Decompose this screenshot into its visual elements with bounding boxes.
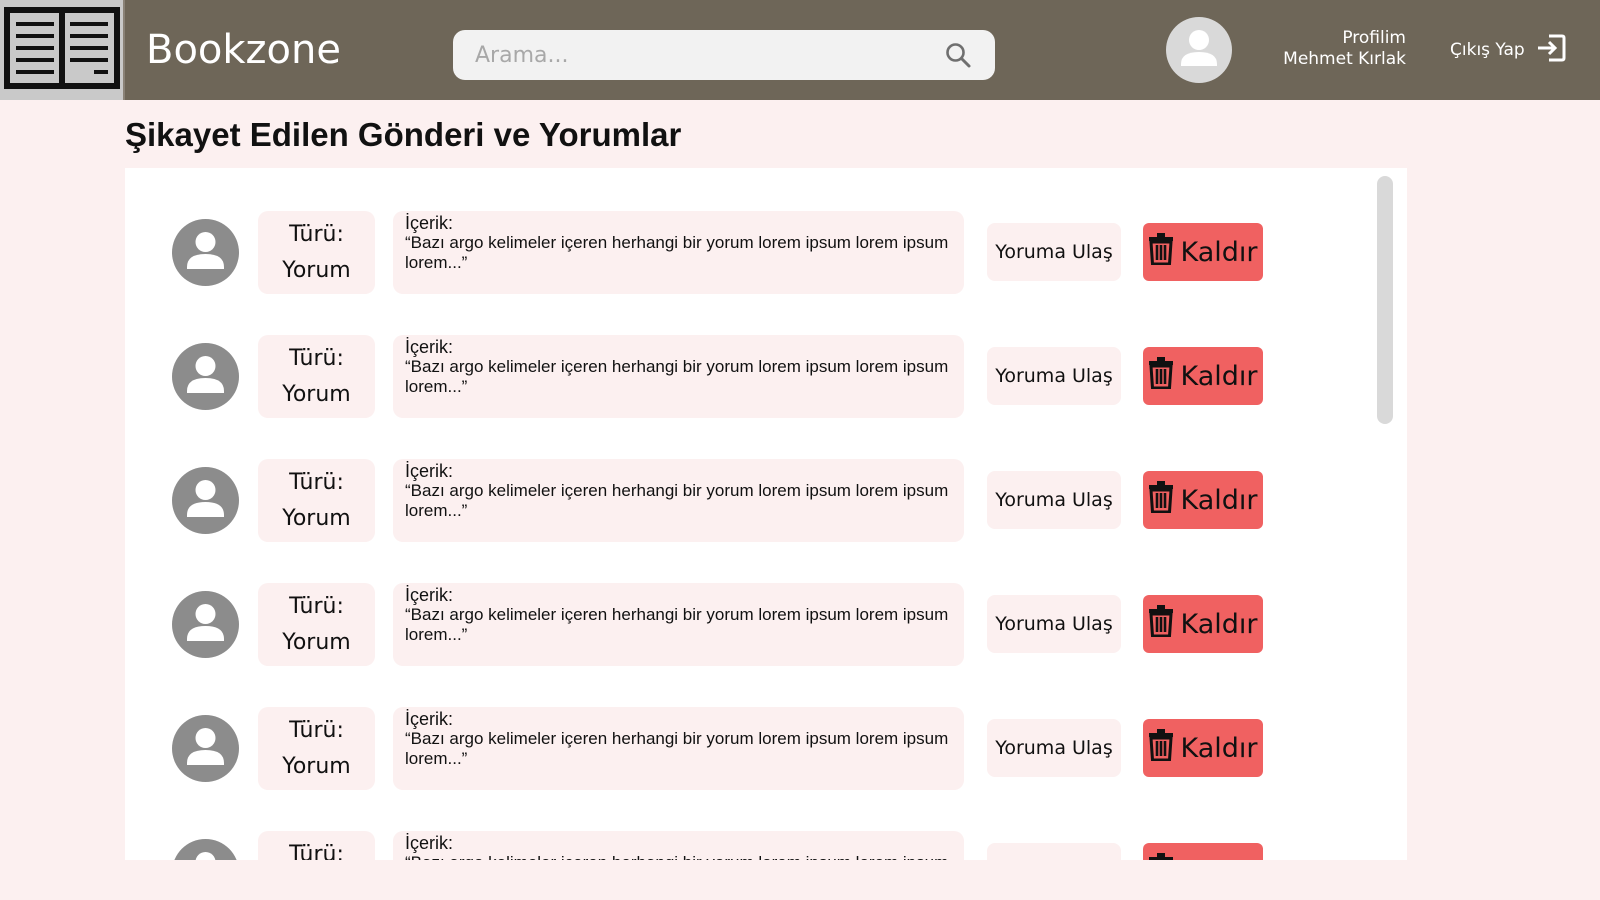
reporter-avatar: [172, 715, 239, 782]
trash-icon: [1148, 604, 1174, 644]
remove-label: Kaldır: [1180, 484, 1258, 516]
content-box: İçerik: “Bazı argo kelimeler içeren herh…: [393, 831, 964, 860]
type-label: Türü:: [289, 594, 344, 619]
trash-icon: [1148, 852, 1174, 860]
remove-button[interactable]: Kaldır: [1143, 719, 1263, 777]
trash-icon: [1148, 480, 1174, 520]
content-text: “Bazı argo kelimeler içeren herhangi bir…: [405, 233, 949, 272]
reporter-avatar: [172, 591, 239, 658]
type-box: Türü: Yorum: [258, 335, 375, 418]
type-box: Türü: Yorum: [258, 459, 375, 542]
reporter-avatar: [172, 839, 239, 860]
logout-icon: [1535, 32, 1567, 69]
content-text: “Bazı argo kelimeler içeren herhangi bir…: [405, 729, 949, 768]
content-label: İçerik:: [405, 833, 454, 853]
type-box: Türü: Yorum: [258, 707, 375, 790]
content-text: “Bazı argo kelimeler içeren herhangi bir…: [405, 357, 949, 396]
content-label: İçerik:: [405, 461, 454, 481]
user-icon: [172, 591, 239, 658]
user-icon: [172, 467, 239, 534]
trash-icon: [1148, 356, 1174, 396]
user-icon: [172, 715, 239, 782]
type-box: Türü: Yorum: [258, 583, 375, 666]
user-icon: [172, 219, 239, 286]
remove-label: Kaldır: [1180, 857, 1257, 861]
report-row: Türü: Yorum İçerik: “Bazı argo kelimeler…: [125, 211, 1365, 295]
reporter-avatar: [172, 343, 239, 410]
type-value: Yorum: [282, 754, 351, 779]
content-label: İçerik:: [405, 585, 454, 605]
type-label: Türü:: [289, 718, 344, 743]
content-label: İçerik:: [405, 709, 454, 729]
remove-label: Kaldır: [1180, 732, 1258, 764]
go-to-comment-button[interactable]: Yoruma Ulaş: [987, 223, 1121, 281]
content-box: İçerik: “Bazı argo kelimeler içeren herh…: [393, 211, 964, 294]
trash-icon: [1148, 232, 1174, 272]
profile-link[interactable]: Profilim Mehmet Kırlak: [1270, 28, 1406, 70]
type-label: Türü:: [289, 346, 344, 371]
content-box: İçerik: “Bazı argo kelimeler içeren herh…: [393, 707, 964, 790]
go-to-comment-button[interactable]: Yoruma Ulaş: [987, 347, 1121, 405]
user-icon: [172, 839, 239, 860]
open-book-icon: [3, 6, 120, 95]
type-label: Türü:: [289, 470, 344, 495]
reporter-avatar: [172, 467, 239, 534]
remove-label: Kaldır: [1180, 608, 1258, 640]
reporter-avatar: [172, 219, 239, 286]
type-value: Yorum: [282, 382, 351, 407]
content-box: İçerik: “Bazı argo kelimeler içeren herh…: [393, 335, 964, 418]
go-to-comment-button[interactable]: Yoruma Ulaş: [987, 843, 1121, 860]
report-row: Türü: Yorum İçerik: “Bazı argo kelimeler…: [125, 707, 1365, 791]
search-bar: [453, 30, 995, 80]
remove-button[interactable]: Kaldır: [1143, 471, 1263, 529]
user-name: Mehmet Kırlak: [1283, 49, 1406, 69]
content-label: İçerik:: [405, 337, 454, 357]
search-input[interactable]: [475, 42, 943, 68]
go-to-comment-button[interactable]: Yoruma Ulaş: [987, 471, 1121, 529]
content-box: İçerik: “Bazı argo kelimeler içeren herh…: [393, 459, 964, 542]
remove-button[interactable]: Kaldır: [1143, 595, 1263, 653]
logout-button[interactable]: Çıkış Yap: [1450, 30, 1567, 70]
brand-name[interactable]: Bookzone: [146, 24, 341, 76]
profile-avatar[interactable]: [1166, 17, 1232, 83]
reports-list[interactable]: Türü: Yorum İçerik: “Bazı argo kelimeler…: [125, 168, 1407, 860]
report-row: Türü: Yorum İçerik: “Bazı argo kelimeler…: [125, 831, 1365, 860]
profile-label: Profilim: [1342, 28, 1406, 48]
content-text: “Bazı argo kelimeler içeren herhangi bir…: [405, 853, 948, 860]
content-text: “Bazı argo kelimeler içeren herhangi bir…: [405, 481, 949, 520]
type-box: Türü: Yorum: [258, 831, 375, 860]
type-box: Türü: Yorum: [258, 211, 375, 294]
go-to-comment-button[interactable]: Yoruma Ulaş: [987, 719, 1121, 777]
user-icon: [172, 343, 239, 410]
type-label: Türü:: [289, 222, 344, 247]
content-label: İçerik:: [405, 213, 454, 233]
content-text: “Bazı argo kelimeler içeren herhangi bir…: [405, 605, 949, 644]
go-to-comment-button[interactable]: Yoruma Ulaş: [987, 595, 1121, 653]
logo[interactable]: [0, 0, 125, 100]
remove-button[interactable]: Kaldır: [1143, 347, 1263, 405]
remove-label: Kaldır: [1180, 360, 1258, 392]
page-title: Şikayet Edilen Gönderi ve Yorumlar: [125, 116, 682, 153]
type-value: Yorum: [282, 630, 351, 655]
remove-button[interactable]: Kaldır: [1143, 843, 1263, 860]
logout-label: Çıkış Yap: [1450, 40, 1525, 60]
remove-label: Kaldır: [1180, 236, 1258, 268]
type-value: Yorum: [282, 506, 351, 531]
trash-icon: [1148, 728, 1174, 768]
report-row: Türü: Yorum İçerik: “Bazı argo kelimeler…: [125, 583, 1365, 667]
report-row: Türü: Yorum İçerik: “Bazı argo kelimeler…: [125, 335, 1365, 419]
type-value: Yorum: [282, 258, 351, 283]
user-icon: [1166, 17, 1232, 83]
scrollbar[interactable]: [1377, 176, 1393, 424]
report-row: Türü: Yorum İçerik: “Bazı argo kelimeler…: [125, 459, 1365, 543]
type-label: Türü:: [289, 842, 344, 860]
content-box: İçerik: “Bazı argo kelimeler içeren herh…: [393, 583, 964, 666]
top-header: Bookzone Profilim Mehmet Kırlak Çıkış Ya…: [0, 0, 1600, 100]
remove-button[interactable]: Kaldır: [1143, 223, 1263, 281]
search-icon[interactable]: [943, 40, 973, 70]
